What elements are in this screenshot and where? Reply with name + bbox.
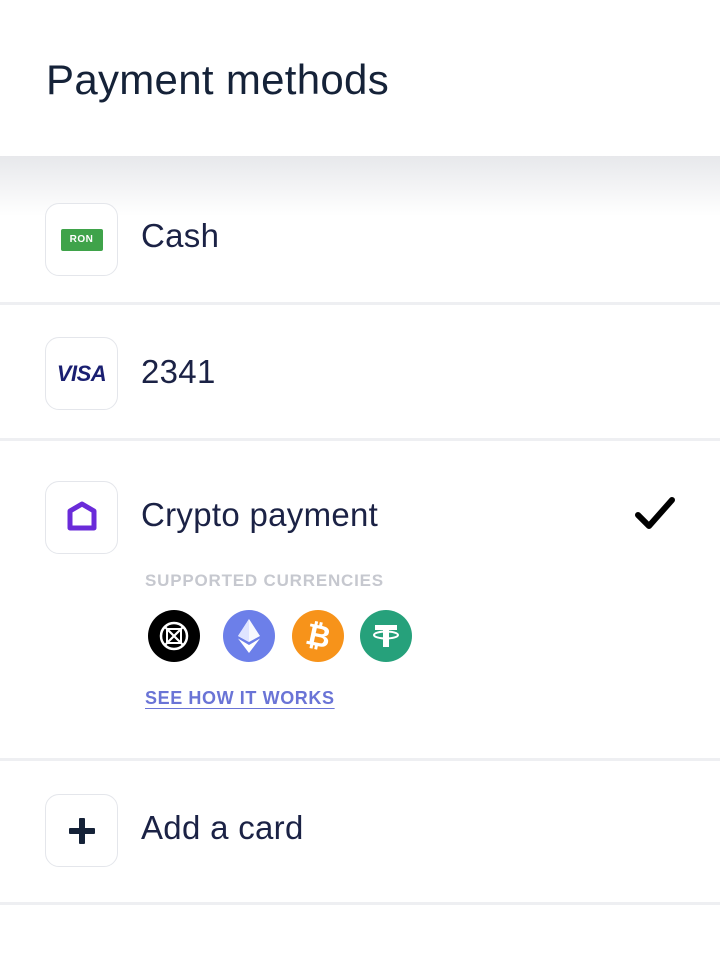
see-how-it-works-link[interactable]: SEE HOW IT WORKS	[145, 688, 335, 709]
ron-badge-text: RON	[69, 234, 94, 245]
visa-logo-icon: VISA	[56, 360, 107, 386]
elrond-icon	[148, 610, 200, 662]
crypto-icon-box	[45, 481, 118, 554]
cash-icon-box: RON	[45, 203, 118, 276]
supported-currencies-label: SUPPORTED CURRENCIES	[145, 571, 384, 590]
payment-method-visa[interactable]: VISA 2341	[0, 305, 720, 438]
add-card-label: Add a card	[141, 809, 304, 846]
visa-icon-box: VISA	[45, 337, 118, 410]
add-card-button[interactable]: Add a card	[0, 761, 720, 902]
page-header: Payment methods	[0, 0, 720, 156]
crypto-hexagon-icon	[67, 501, 96, 530]
add-card-icon-box	[45, 794, 118, 867]
payment-method-label: Crypto payment	[141, 496, 379, 533]
bitcoin-icon: ₿	[292, 610, 344, 662]
payment-method-crypto[interactable]: Crypto payment	[0, 441, 720, 758]
selected-check-icon	[635, 497, 675, 529]
ron-banknote-icon: RON	[60, 228, 103, 251]
payment-method-cash[interactable]: RON Cash	[0, 190, 720, 302]
payment-method-label: Cash	[141, 217, 220, 254]
page-title: Payment methods	[46, 56, 390, 103]
plus-icon	[68, 817, 95, 844]
ethereum-icon	[223, 610, 275, 662]
payment-method-label: 2341	[141, 353, 216, 390]
divider	[0, 902, 720, 905]
tether-icon	[360, 610, 412, 662]
